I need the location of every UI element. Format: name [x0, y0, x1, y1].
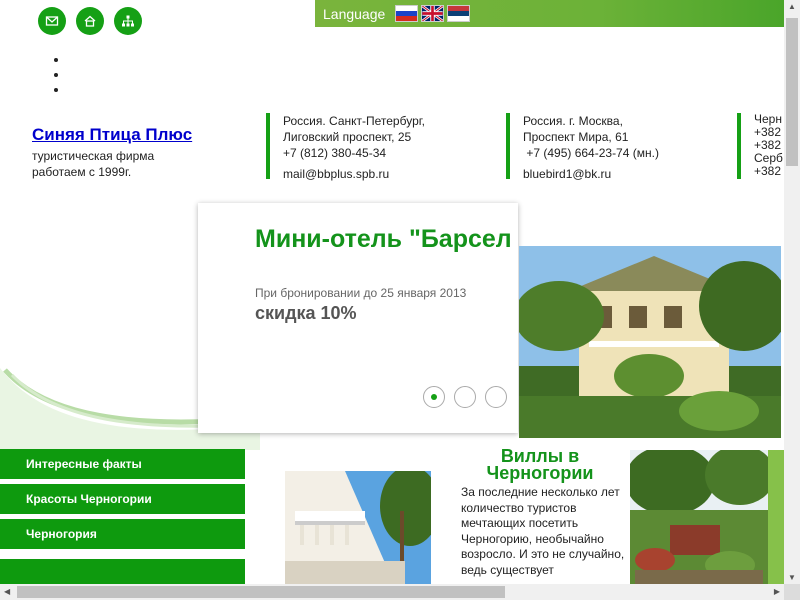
- contact-address-2: Проспект Мира, 61: [523, 130, 629, 144]
- horizontal-scroll-thumb[interactable]: [17, 586, 505, 598]
- hotel-photo[interactable]: [519, 246, 781, 438]
- menu-item-beauty[interactable]: Красоты Черногории: [0, 484, 245, 514]
- villas-heading[interactable]: Виллы в Черногории: [460, 447, 620, 482]
- flag-russia-icon[interactable]: [395, 5, 419, 22]
- slider-dot-3[interactable]: [485, 386, 507, 408]
- villas-description: За последние несколько лет количество ту…: [461, 485, 625, 577]
- slider-dot-1[interactable]: [423, 386, 445, 408]
- scroll-right-icon[interactable]: ▶: [774, 587, 780, 596]
- contact-spb: Россия. Санкт-Петербург, Лиговский просп…: [266, 113, 503, 182]
- contact-phone: +7 (495) 664-23-74 (мн.): [523, 146, 659, 160]
- vertical-scrollbar[interactable]: ▲ ▼: [784, 0, 800, 584]
- empty-nav-list: [52, 52, 68, 97]
- promo-slider[interactable]: Мини-отель "Барсел При бронировании до 2…: [198, 203, 518, 433]
- scrollbar-corner: [784, 584, 800, 600]
- contact-address-2: Лиговский проспект, 25: [283, 130, 412, 144]
- decorative-green-strip: [768, 450, 784, 586]
- language-label: Language: [323, 5, 386, 22]
- menu-item-empty[interactable]: [0, 559, 245, 584]
- slider-dot-2[interactable]: [454, 386, 476, 408]
- villa-photo-1[interactable]: [285, 471, 431, 586]
- horizontal-scrollbar[interactable]: ◀ ▶: [0, 584, 784, 600]
- menu-item-montenegro[interactable]: Черногория: [0, 519, 245, 549]
- scroll-down-icon[interactable]: ▼: [788, 573, 796, 582]
- contact-moscow: Россия. г. Москва, Проспект Мира, 61 +7 …: [506, 113, 733, 182]
- scroll-up-icon[interactable]: ▲: [788, 2, 796, 11]
- brand-line-2: работаем с 1999г.: [32, 165, 132, 179]
- contact-montenegro: Черн +382 +382 Серб +382: [737, 113, 784, 179]
- villa-photo-2[interactable]: [630, 450, 768, 586]
- contact-email[interactable]: bluebird1@bk.ru: [523, 166, 733, 182]
- contact-address-1: Россия. Санкт-Петербург,: [283, 114, 426, 128]
- slide-discount: скидка 10%: [255, 303, 357, 323]
- scroll-left-icon[interactable]: ◀: [4, 587, 10, 596]
- contact-phone: +7 (812) 380-45-34: [283, 146, 387, 160]
- home-icon[interactable]: [76, 7, 104, 35]
- flag-serbia-icon[interactable]: [447, 5, 471, 22]
- brand-subtitle: туристическая фирма работаем с 1999г.: [32, 148, 182, 180]
- menu-item-facts[interactable]: Интересные факты: [0, 449, 245, 479]
- mail-icon[interactable]: [38, 7, 66, 35]
- contact-address-1: Россия. г. Москва,: [523, 114, 623, 128]
- contact-line: +382: [754, 164, 782, 178]
- contact-email[interactable]: mail@bbplus.spb.ru: [283, 166, 503, 182]
- brand-line-1: туристическая фирма: [32, 149, 155, 163]
- slide-title[interactable]: Мини-отель "Барсел: [255, 225, 512, 254]
- vertical-scroll-thumb[interactable]: [786, 18, 798, 166]
- brand-link[interactable]: Синяя Птица Плюс: [32, 125, 192, 145]
- slide-note: При бронировании до 25 января 2013: [255, 286, 467, 300]
- sitemap-icon[interactable]: [114, 7, 142, 35]
- flag-uk-icon[interactable]: [421, 5, 445, 22]
- language-bar: Language: [315, 0, 784, 27]
